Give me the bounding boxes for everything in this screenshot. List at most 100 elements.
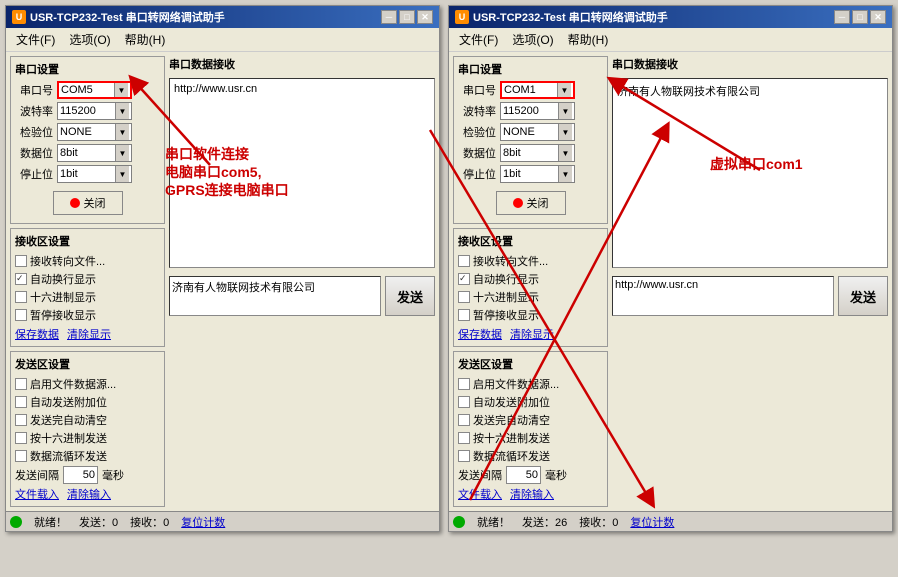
save-data-link-right[interactable]: 保存数据 (458, 326, 502, 342)
send-cb-3-right[interactable] (458, 432, 470, 444)
data-combo-right[interactable]: 8bit ▼ (500, 144, 575, 162)
data-combo-left[interactable]: 8bit ▼ (57, 144, 132, 162)
interval-unit-left: 毫秒 (102, 467, 124, 483)
reset-count-btn-left[interactable]: 复位计数 (181, 514, 225, 530)
clear-display-link-left[interactable]: 清除显示 (67, 326, 111, 342)
file-load-link-right[interactable]: 文件载入 (458, 486, 502, 502)
recv-area-title-right: 串口数据接收 (612, 56, 888, 72)
clear-input-link-right[interactable]: 清除输入 (510, 486, 554, 502)
reset-count-btn-right[interactable]: 复位计数 (630, 514, 674, 530)
maximize-btn-left[interactable]: □ (399, 10, 415, 24)
file-load-link-left[interactable]: 文件载入 (15, 486, 59, 502)
send-title-right: 发送区设置 (458, 356, 603, 372)
send-input-right[interactable]: http://www.usr.cn (612, 276, 834, 316)
interval-row-right: 发送间隔 毫秒 (458, 466, 603, 484)
check-label-left: 检验位 (15, 124, 53, 140)
baud-combo-arrow-left: ▼ (115, 103, 129, 119)
interval-label-right: 发送间隔 (458, 467, 502, 483)
menu-help-right[interactable]: 帮助(H) (562, 30, 615, 49)
send-cb-4-right[interactable] (458, 450, 470, 462)
send-cb-1-left[interactable] (15, 396, 27, 408)
menu-options-right[interactable]: 选项(O) (506, 30, 559, 49)
interval-input-right[interactable] (506, 466, 541, 484)
menu-file-right[interactable]: 文件(F) (453, 30, 504, 49)
send-checkboxes-right: 启用文件数据源... 自动发送附加位 发送完自动清空 按十六进制发送 (458, 376, 603, 464)
desktop: U USR-TCP232-Test 串口转网络调试助手 ─ □ ✕ 文件(F) … (0, 0, 898, 577)
file-row-right: 文件载入 清除输入 (458, 486, 603, 502)
status-icon-right (453, 516, 465, 528)
stop-label-left: 停止位 (15, 166, 53, 182)
check-combo-arrow-left: ▼ (115, 124, 129, 140)
send-button-left[interactable]: 发送 (385, 276, 435, 316)
close-serial-btn-left[interactable]: 关闭 (53, 191, 123, 215)
serial-settings-right: 串口设置 串口号 COM1 ▼ 波特率 115200 ▼ (453, 56, 608, 224)
send-cb-2-right[interactable] (458, 414, 470, 426)
data-combo-arrow-right: ▼ (558, 145, 572, 161)
check-combo-right[interactable]: NONE ▼ (500, 123, 575, 141)
left-panel-right: 串口设置 串口号 COM1 ▼ 波特率 115200 ▼ (453, 56, 608, 507)
baud-combo-left[interactable]: 115200 ▼ (57, 102, 132, 120)
send-cb-3-left[interactable] (15, 432, 27, 444)
status-text-left: 就绪！ (34, 514, 67, 530)
send-check-1-left: 自动发送附加位 (15, 394, 160, 410)
minimize-btn-left[interactable]: ─ (381, 10, 397, 24)
menu-help-left[interactable]: 帮助(H) (119, 30, 172, 49)
right-panel-right: 串口数据接收 济南有人物联网技术有限公司 http://www.usr.cn 发… (612, 56, 888, 507)
send-cb-0-right[interactable] (458, 378, 470, 390)
maximize-btn-right[interactable]: □ (852, 10, 868, 24)
recv-check-2-left: 十六进制显示 (15, 289, 160, 305)
recv-cb-1-left[interactable] (15, 273, 27, 285)
recv-cb-3-right[interactable] (458, 309, 470, 321)
save-data-link-left[interactable]: 保存数据 (15, 326, 59, 342)
port-combo-left[interactable]: COM5 ▼ (57, 81, 132, 99)
clear-input-link-left[interactable]: 清除输入 (67, 486, 111, 502)
close-serial-btn-right[interactable]: 关闭 (496, 191, 566, 215)
data-combo-arrow-left: ▼ (115, 145, 129, 161)
port-combo-right[interactable]: COM1 ▼ (500, 81, 575, 99)
baud-combo-arrow-right: ▼ (558, 103, 572, 119)
stop-combo-right[interactable]: 1bit ▼ (500, 165, 575, 183)
baud-combo-right[interactable]: 115200 ▼ (500, 102, 575, 120)
recv-cb-0-left[interactable] (15, 255, 27, 267)
send-button-right[interactable]: 发送 (838, 276, 888, 316)
window-left: U USR-TCP232-Test 串口转网络调试助手 ─ □ ✕ 文件(F) … (5, 5, 440, 532)
send-input-left[interactable]: 济南有人物联网技术有限公司 (169, 276, 381, 316)
send-title-left: 发送区设置 (15, 356, 160, 372)
data-row-right: 数据位 8bit ▼ (458, 144, 603, 162)
baud-label-left: 波特率 (15, 103, 53, 119)
check-combo-left[interactable]: NONE ▼ (57, 123, 132, 141)
recv-check-1-right: 自动换行显示 (458, 271, 603, 287)
recv-checkboxes-right: 接收转向文件... 自动换行显示 十六进制显示 暂停接收显示 (458, 253, 603, 323)
recv-cb-2-left[interactable] (15, 291, 27, 303)
send-area-row-right: http://www.usr.cn 发送 (612, 276, 888, 316)
menu-options-left[interactable]: 选项(O) (63, 30, 116, 49)
close-btn-left[interactable]: ✕ (417, 10, 433, 24)
annotation-text-left: 串口软件连接 电脑串口com5, GPRS连接电脑串口 (165, 145, 289, 200)
recv-cb-2-right[interactable] (458, 291, 470, 303)
send-cb-0-left[interactable] (15, 378, 27, 390)
interval-input-left[interactable] (63, 466, 98, 484)
port-label-left: 串口号 (15, 82, 53, 98)
recv-cb-1-right[interactable] (458, 273, 470, 285)
interval-label-left: 发送间隔 (15, 467, 59, 483)
window-controls-right: ─ □ ✕ (834, 10, 886, 24)
send-cb-2-left[interactable] (15, 414, 27, 426)
recv-links-right: 保存数据 清除显示 (458, 326, 603, 342)
stop-combo-left[interactable]: 1bit ▼ (57, 165, 132, 183)
recv-cb-0-right[interactable] (458, 255, 470, 267)
send-cb-1-right[interactable] (458, 396, 470, 408)
red-dot-right (513, 198, 523, 208)
title-left: USR-TCP232-Test 串口转网络调试助手 (30, 9, 225, 25)
recv-checkboxes-left: 接收转向文件... 自动换行显示 十六进制显示 暂停接收显示 (15, 253, 160, 323)
close-btn-right[interactable]: ✕ (870, 10, 886, 24)
send-cb-4-left[interactable] (15, 450, 27, 462)
clear-display-link-right[interactable]: 清除显示 (510, 326, 554, 342)
port-row-right: 串口号 COM1 ▼ (458, 81, 603, 99)
recv-cb-3-left[interactable] (15, 309, 27, 321)
send-check-2-right: 发送完自动清空 (458, 412, 603, 428)
menu-file-left[interactable]: 文件(F) (10, 30, 61, 49)
check-row-right: 检验位 NONE ▼ (458, 123, 603, 141)
stop-label-right: 停止位 (458, 166, 496, 182)
minimize-btn-right[interactable]: ─ (834, 10, 850, 24)
annotation-text-right: 虚拟串口com1 (710, 155, 803, 173)
